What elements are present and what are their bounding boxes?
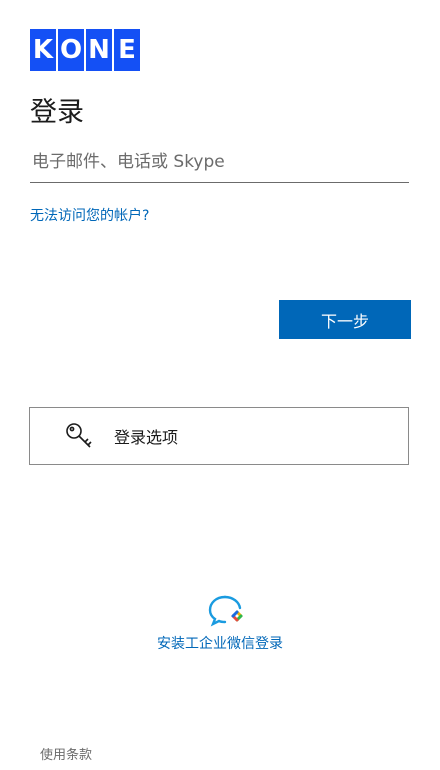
sign-in-options-button[interactable]: 登录选项 bbox=[29, 407, 409, 465]
email-phone-skype-input[interactable] bbox=[30, 144, 413, 180]
logo-letter: K bbox=[30, 29, 56, 71]
chat-bubble-icon bbox=[208, 595, 243, 627]
terms-of-use-link[interactable]: 使用条款 bbox=[40, 744, 92, 763]
wecom-login[interactable]: 安装工企业微信登录 bbox=[0, 593, 440, 653]
cant-access-account-link[interactable]: 无法访问您的帐户? bbox=[30, 205, 149, 225]
sign-in-options-label: 登录选项 bbox=[114, 428, 179, 447]
logo-letter: O bbox=[58, 29, 84, 71]
logo-letter: N bbox=[86, 29, 112, 71]
key-icon bbox=[66, 423, 92, 448]
kone-logo: K O N E bbox=[30, 29, 140, 71]
next-button[interactable]: 下一步 bbox=[279, 300, 411, 339]
logo-letter: E bbox=[114, 29, 140, 71]
wecom-login-label: 安装工企业微信登录 bbox=[157, 636, 283, 652]
email-field-container bbox=[30, 144, 413, 183]
page-title: 登录 bbox=[30, 97, 84, 128]
